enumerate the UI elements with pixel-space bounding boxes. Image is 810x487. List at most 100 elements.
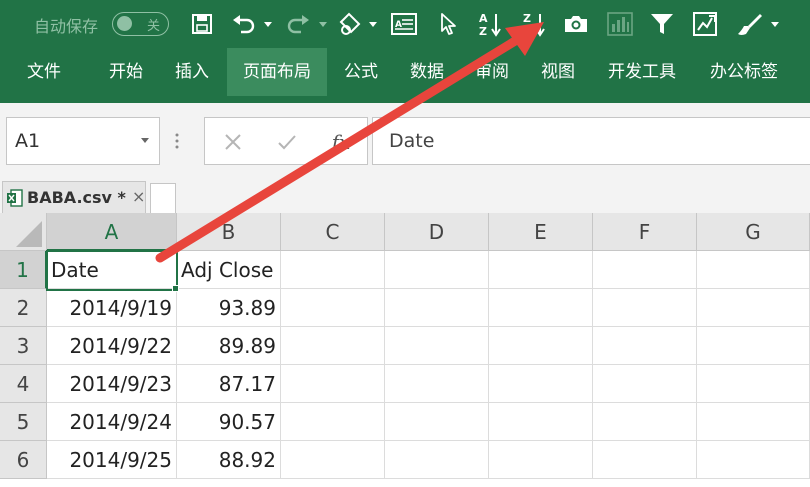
- cell-a1[interactable]: Date: [47, 251, 177, 289]
- toggle-knob: [117, 16, 132, 31]
- row-header-4[interactable]: 4: [0, 365, 47, 403]
- tab-home[interactable]: 开始: [92, 48, 160, 96]
- cell-f2[interactable]: [593, 289, 697, 327]
- cell-e5[interactable]: [489, 403, 593, 441]
- cell-g4[interactable]: [697, 365, 810, 403]
- touch-dropdown-icon[interactable]: [368, 19, 378, 29]
- row-header-5[interactable]: 5: [0, 403, 47, 441]
- qat-customize-icon[interactable]: [770, 19, 780, 29]
- cell-g2[interactable]: [697, 289, 810, 327]
- camera-icon[interactable]: [560, 8, 592, 40]
- enter-check-icon[interactable]: [273, 128, 301, 156]
- cell-g5[interactable]: [697, 403, 810, 441]
- cell-f1[interactable]: [593, 251, 697, 289]
- row-header-3[interactable]: 3: [0, 327, 47, 365]
- autosave-toggle[interactable]: 关: [112, 12, 169, 36]
- cell-a6[interactable]: 2014/9/25: [47, 441, 177, 479]
- redo-icon[interactable]: [282, 8, 314, 40]
- tab-formulas[interactable]: 公式: [330, 48, 392, 96]
- cell-g1[interactable]: [697, 251, 810, 289]
- cell-c2[interactable]: [281, 289, 385, 327]
- svg-text:A: A: [523, 25, 532, 37]
- cell-b2[interactable]: 93.89: [177, 289, 281, 327]
- tab-view[interactable]: 视图: [526, 48, 590, 96]
- insert-function-icon[interactable]: fx: [327, 128, 355, 156]
- tab-file[interactable]: 文件: [10, 48, 78, 96]
- cell-d3[interactable]: [385, 327, 489, 365]
- form-icon[interactable]: A: [388, 8, 420, 40]
- name-box[interactable]: A1: [6, 117, 160, 165]
- cell-d5[interactable]: [385, 403, 489, 441]
- cell-a2[interactable]: 2014/9/19: [47, 289, 177, 327]
- cell-g3[interactable]: [697, 327, 810, 365]
- cell-c3[interactable]: [281, 327, 385, 365]
- workbook-tab[interactable]: BABA.csv * ×: [2, 181, 146, 213]
- format-painter-icon[interactable]: [734, 8, 766, 40]
- column-header-a[interactable]: A: [47, 213, 177, 251]
- cell-g6[interactable]: [697, 441, 810, 479]
- cell-f5[interactable]: [593, 403, 697, 441]
- cell-e1[interactable]: [489, 251, 593, 289]
- cell-e2[interactable]: [489, 289, 593, 327]
- cell-b5[interactable]: 90.57: [177, 403, 281, 441]
- select-all-corner[interactable]: [0, 213, 47, 251]
- tab-insert[interactable]: 插入: [160, 48, 224, 96]
- cell-d1[interactable]: [385, 251, 489, 289]
- tab-office-tab[interactable]: 办公标签: [698, 48, 790, 96]
- name-box-dropdown-icon[interactable]: [141, 138, 149, 144]
- cell-a4[interactable]: 2014/9/23: [47, 365, 177, 403]
- chart-icon[interactable]: [604, 8, 636, 40]
- column-header-d[interactable]: D: [385, 213, 489, 251]
- undo-icon[interactable]: [228, 8, 260, 40]
- new-workbook-tab[interactable]: [150, 183, 176, 213]
- cell-d6[interactable]: [385, 441, 489, 479]
- drag-handle-icon[interactable]: [175, 133, 179, 149]
- column-header-f[interactable]: F: [593, 213, 697, 251]
- cell-c5[interactable]: [281, 403, 385, 441]
- sort-ascending-icon[interactable]: AZ: [474, 8, 506, 40]
- tab-developer[interactable]: 开发工具: [596, 48, 688, 96]
- row-header-2[interactable]: 2: [0, 289, 47, 327]
- row-header-6[interactable]: 6: [0, 441, 47, 479]
- cell-c1[interactable]: [281, 251, 385, 289]
- tab-data[interactable]: 数据: [395, 48, 459, 96]
- row-header-1[interactable]: 1: [0, 251, 47, 289]
- undo-dropdown-icon[interactable]: [263, 19, 273, 29]
- cell-e3[interactable]: [489, 327, 593, 365]
- cell-d2[interactable]: [385, 289, 489, 327]
- redo-dropdown-icon[interactable]: [318, 19, 328, 29]
- quick-access-toolbar: 自动保存 关 A AZ Z A: [0, 0, 810, 48]
- sort-descending-icon[interactable]: ZA: [518, 8, 550, 40]
- cancel-icon[interactable]: [219, 128, 247, 156]
- cell-e4[interactable]: [489, 365, 593, 403]
- touch-mode-icon[interactable]: [334, 8, 366, 40]
- column-header-e[interactable]: E: [489, 213, 593, 251]
- save-icon[interactable]: [186, 8, 218, 40]
- column-header-b[interactable]: B: [177, 213, 281, 251]
- svg-text:A: A: [479, 12, 488, 25]
- cell-f3[interactable]: [593, 327, 697, 365]
- column-header-c[interactable]: C: [281, 213, 385, 251]
- column-header-g[interactable]: G: [697, 213, 810, 251]
- tab-review[interactable]: 审阅: [460, 48, 524, 96]
- cell-b6[interactable]: 88.92: [177, 441, 281, 479]
- cell-a5[interactable]: 2014/9/24: [47, 403, 177, 441]
- edit-chart-icon[interactable]: [690, 8, 722, 40]
- cell-f4[interactable]: [593, 365, 697, 403]
- cell-b4[interactable]: 87.17: [177, 365, 281, 403]
- cell-c4[interactable]: [281, 365, 385, 403]
- select-pointer-icon[interactable]: [432, 8, 464, 40]
- cell-f6[interactable]: [593, 441, 697, 479]
- cell-b3[interactable]: 89.89: [177, 327, 281, 365]
- cell-b1[interactable]: Adj Close: [177, 251, 281, 289]
- tab-page-layout[interactable]: 页面布局: [227, 48, 327, 96]
- filter-icon[interactable]: [646, 8, 678, 40]
- cell-a3[interactable]: 2014/9/22: [47, 327, 177, 365]
- cell-e6[interactable]: [489, 441, 593, 479]
- ribbon-tabs: 文件 开始 插入 页面布局 公式 数据 审阅 视图 开发工具 办公标签: [0, 48, 810, 96]
- close-icon[interactable]: ×: [132, 187, 145, 206]
- cell-c6[interactable]: [281, 441, 385, 479]
- cell-d4[interactable]: [385, 365, 489, 403]
- fill-handle[interactable]: [172, 285, 179, 292]
- formula-input[interactable]: Date: [372, 117, 810, 165]
